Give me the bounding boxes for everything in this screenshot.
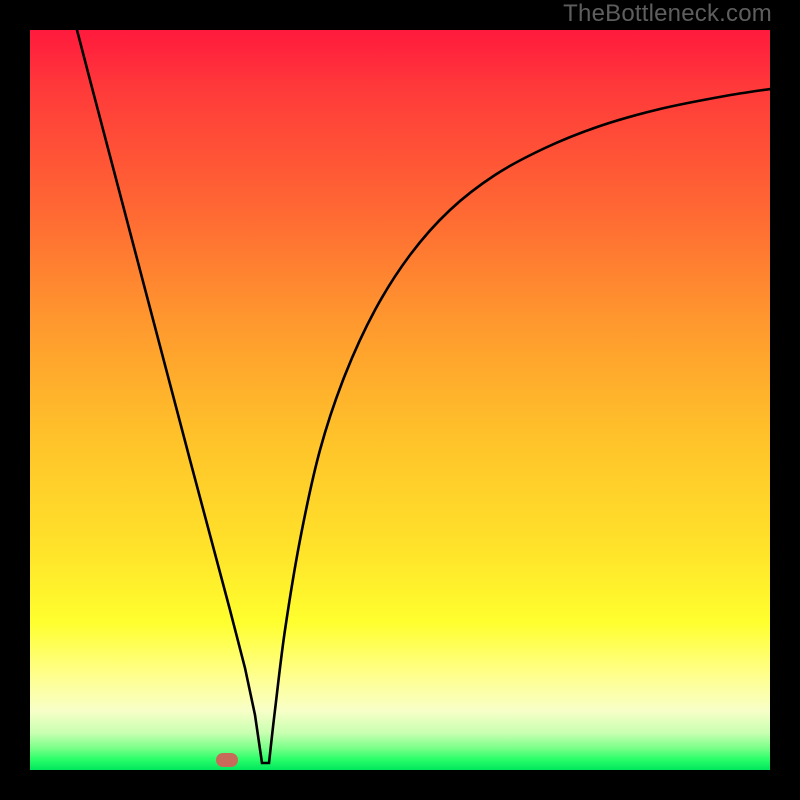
watermark-text: TheBottleneck.com: [563, 0, 772, 28]
minimum-marker: [216, 753, 238, 767]
bottleneck-curve: [30, 30, 770, 770]
